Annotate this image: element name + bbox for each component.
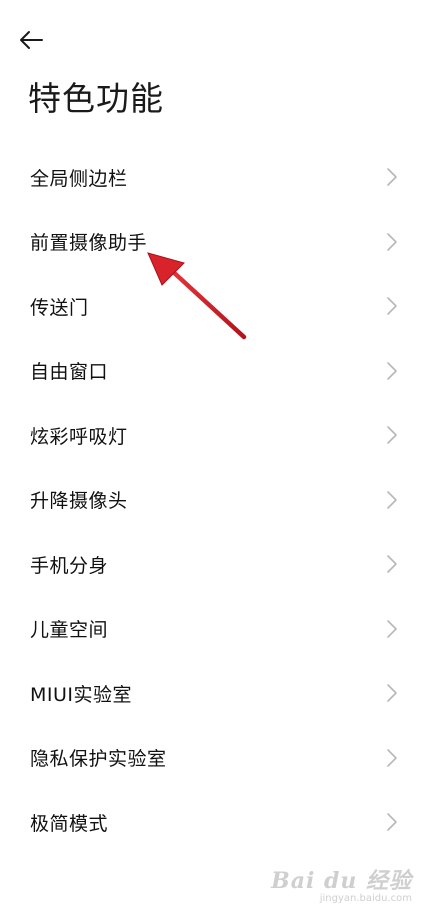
chevron-right-icon <box>387 619 397 638</box>
menu-item-free-window[interactable]: 自由窗口 <box>0 339 430 404</box>
menu-item-label: 前置摄像助手 <box>30 232 148 255</box>
menu-item-second-space[interactable]: 手机分身 <box>0 532 430 597</box>
watermark: Bai du 经验 jingyan.baidu.com <box>271 863 412 904</box>
menu-item-global-sidebar[interactable]: 全局侧边栏 <box>0 145 430 210</box>
arrow-left-icon <box>20 31 43 49</box>
menu-item-breathing-light[interactable]: 炫彩呼吸灯 <box>0 403 430 468</box>
menu-item-portal[interactable]: 传送门 <box>0 274 430 339</box>
chevron-right-icon <box>387 232 397 251</box>
menu-item-kids-space[interactable]: 儿童空间 <box>0 597 430 662</box>
menu-item-privacy-lab[interactable]: 隐私保护实验室 <box>0 726 430 791</box>
settings-screen: 特色功能 全局侧边栏 前置摄像助手 传送门 自由窗口 炫彩呼吸灯 升降摄像头 手… <box>0 0 430 916</box>
menu-item-simple-mode[interactable]: 极简模式 <box>0 790 430 855</box>
chevron-right-icon <box>387 555 397 574</box>
chevron-right-icon <box>387 361 397 380</box>
chevron-right-icon <box>387 426 397 445</box>
watermark-logo: Bai du 经验 <box>271 868 412 894</box>
menu-item-label: 传送门 <box>30 296 89 319</box>
page-title: 特色功能 <box>28 79 164 118</box>
menu-item-label: 隐私保护实验室 <box>30 748 167 771</box>
menu-item-front-camera-assistant[interactable]: 前置摄像助手 <box>0 210 430 275</box>
menu-item-label: 全局侧边栏 <box>30 167 128 190</box>
chevron-right-icon <box>387 490 397 509</box>
menu-item-label: 极简模式 <box>30 812 109 835</box>
menu-item-popup-camera[interactable]: 升降摄像头 <box>0 468 430 533</box>
settings-menu-list: 全局侧边栏 前置摄像助手 传送门 自由窗口 炫彩呼吸灯 升降摄像头 手机分身 儿… <box>0 145 430 855</box>
chevron-right-icon <box>387 748 397 767</box>
chevron-right-icon <box>387 168 397 187</box>
chevron-right-icon <box>387 813 397 832</box>
menu-item-label: MIUI实验室 <box>30 683 133 706</box>
chevron-right-icon <box>387 684 397 703</box>
chevron-right-icon <box>387 297 397 316</box>
menu-item-label: 儿童空间 <box>30 619 109 642</box>
menu-item-label: 炫彩呼吸灯 <box>30 425 128 448</box>
menu-item-label: 升降摄像头 <box>30 490 128 513</box>
watermark-url: jingyan.baidu.com <box>319 893 412 904</box>
menu-item-label: 自由窗口 <box>30 361 109 384</box>
menu-item-miui-lab[interactable]: MIUI实验室 <box>0 661 430 726</box>
back-button[interactable] <box>18 22 58 58</box>
menu-item-label: 手机分身 <box>30 554 109 577</box>
